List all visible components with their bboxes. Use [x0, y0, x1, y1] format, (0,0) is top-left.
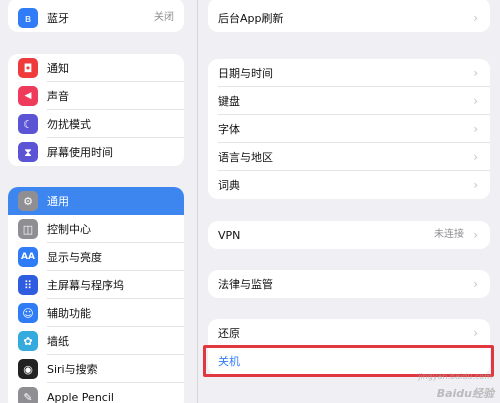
row-fonts[interactable]: 字体 › [208, 115, 490, 143]
siri-icon: ◉ [18, 359, 38, 379]
row-legal-regulatory[interactable]: 法律与监管 › [208, 270, 490, 298]
watermark-logo: Baidu经验 [436, 387, 494, 400]
chevron-right-icon: › [473, 66, 478, 80]
sidebar-item-bluetooth[interactable]: ʙ 蓝牙 关闭 [8, 0, 184, 32]
sidebar-item-label: 通用 [47, 195, 69, 208]
detail-group-refresh: 后台App刷新 › [208, 0, 490, 32]
sidebar-item-label: 墙纸 [47, 335, 69, 348]
chevron-right-icon: › [473, 277, 478, 291]
chevron-right-icon: › [473, 326, 478, 340]
sidebar-item-display[interactable]: AA 显示与亮度 [8, 243, 184, 271]
sidebar-group-general: ⚙ 通用 ◫ 控制中心 AA 显示与亮度 ⠿ 主屏幕与程序坞 ☺ 辅助功能 ✿ … [8, 187, 184, 403]
sidebar-item-label: 辅助功能 [47, 307, 91, 320]
row-vpn[interactable]: VPN 未连接 › [208, 221, 490, 249]
control-center-icon: ◫ [18, 219, 38, 239]
chevron-right-icon: › [473, 94, 478, 108]
home-screen-icon: ⠿ [18, 275, 38, 295]
sidebar-item-accessibility[interactable]: ☺ 辅助功能 [8, 299, 184, 327]
sidebar-item-label: 蓝牙 [47, 12, 69, 25]
row-background-app-refresh[interactable]: 后台App刷新 › [208, 0, 490, 32]
shutdown-label: 关机 [218, 355, 240, 368]
row-keyboard[interactable]: 键盘 › [208, 87, 490, 115]
gear-icon: ⚙ [18, 191, 38, 211]
shutdown-button[interactable]: 关机 [208, 347, 490, 375]
chevron-right-icon: › [473, 11, 478, 25]
sidebar-item-label: 显示与亮度 [47, 251, 102, 264]
sidebar-group-notifications: ◘ 通知 ◀ 声音 ☾ 勿扰模式 ⧗ 屏幕使用时间 [8, 54, 184, 166]
vpn-status: 未连接 [434, 229, 464, 240]
watermark-url: jingyan.baidu.com [418, 372, 492, 381]
sidebar-item-label: Apple Pencil [47, 390, 114, 403]
row-language-region[interactable]: 语言与地区 › [208, 143, 490, 171]
sidebar-item-label: 屏幕使用时间 [47, 146, 113, 159]
sidebar-group-connectivity: ʙ 蓝牙 关闭 [8, 0, 184, 32]
row-label: 后台App刷新 [218, 12, 284, 25]
bluetooth-icon: ʙ [18, 8, 38, 28]
row-dictionary[interactable]: 词典 › [208, 171, 490, 199]
bluetooth-status: 关闭 [154, 12, 174, 23]
sidebar-item-screen-time[interactable]: ⧗ 屏幕使用时间 [8, 138, 184, 166]
chevron-right-icon: › [473, 150, 478, 164]
sidebar-item-label: 主屏幕与程序坞 [47, 279, 124, 292]
row-label: 法律与监管 [218, 278, 273, 291]
sidebar-item-notifications[interactable]: ◘ 通知 [8, 54, 184, 82]
sidebar-item-general[interactable]: ⚙ 通用 [8, 187, 184, 215]
sidebar-item-sound[interactable]: ◀ 声音 [8, 82, 184, 110]
chevron-right-icon: › [473, 228, 478, 242]
accessibility-icon: ☺ [18, 303, 38, 323]
row-date-time[interactable]: 日期与时间 › [208, 59, 490, 87]
notifications-icon: ◘ [18, 58, 38, 78]
sidebar-item-wallpaper[interactable]: ✿ 墙纸 [8, 327, 184, 355]
sidebar-item-siri[interactable]: ◉ Siri与搜索 [8, 355, 184, 383]
detail-group-legal: 法律与监管 › [208, 270, 490, 298]
moon-icon: ☾ [18, 114, 38, 134]
sidebar-item-label: Siri与搜索 [47, 363, 98, 376]
row-reset[interactable]: 还原 › [208, 319, 490, 347]
row-label: 键盘 [218, 95, 240, 108]
row-label: VPN [218, 228, 241, 242]
row-label: 词典 [218, 179, 240, 192]
display-icon: AA [18, 247, 38, 267]
row-label: 语言与地区 [218, 151, 273, 164]
row-label: 还原 [218, 327, 240, 340]
sidebar-item-label: 勿扰模式 [47, 118, 91, 131]
chevron-right-icon: › [473, 122, 478, 136]
detail-group-vpn: VPN 未连接 › [208, 221, 490, 249]
sidebar-item-apple-pencil[interactable]: ✎ Apple Pencil [8, 383, 184, 403]
chevron-right-icon: › [473, 178, 478, 192]
hourglass-icon: ⧗ [18, 142, 38, 162]
sidebar-item-home-screen[interactable]: ⠿ 主屏幕与程序坞 [8, 271, 184, 299]
wallpaper-icon: ✿ [18, 331, 38, 351]
row-label: 日期与时间 [218, 67, 273, 80]
sidebar-item-control-center[interactable]: ◫ 控制中心 [8, 215, 184, 243]
sound-icon: ◀ [18, 86, 38, 106]
row-label: 字体 [218, 123, 240, 136]
sidebar-item-do-not-disturb[interactable]: ☾ 勿扰模式 [8, 110, 184, 138]
sidebar-item-label: 声音 [47, 90, 69, 103]
detail-group-reset: 还原 › 关机 [208, 319, 490, 375]
detail-group-datetime: 日期与时间 › 键盘 › 字体 › 语言与地区 › 词典 › [208, 59, 490, 199]
sidebar-item-label: 通知 [47, 62, 69, 75]
sidebar-item-label: 控制中心 [47, 223, 91, 236]
pencil-icon: ✎ [18, 387, 38, 403]
